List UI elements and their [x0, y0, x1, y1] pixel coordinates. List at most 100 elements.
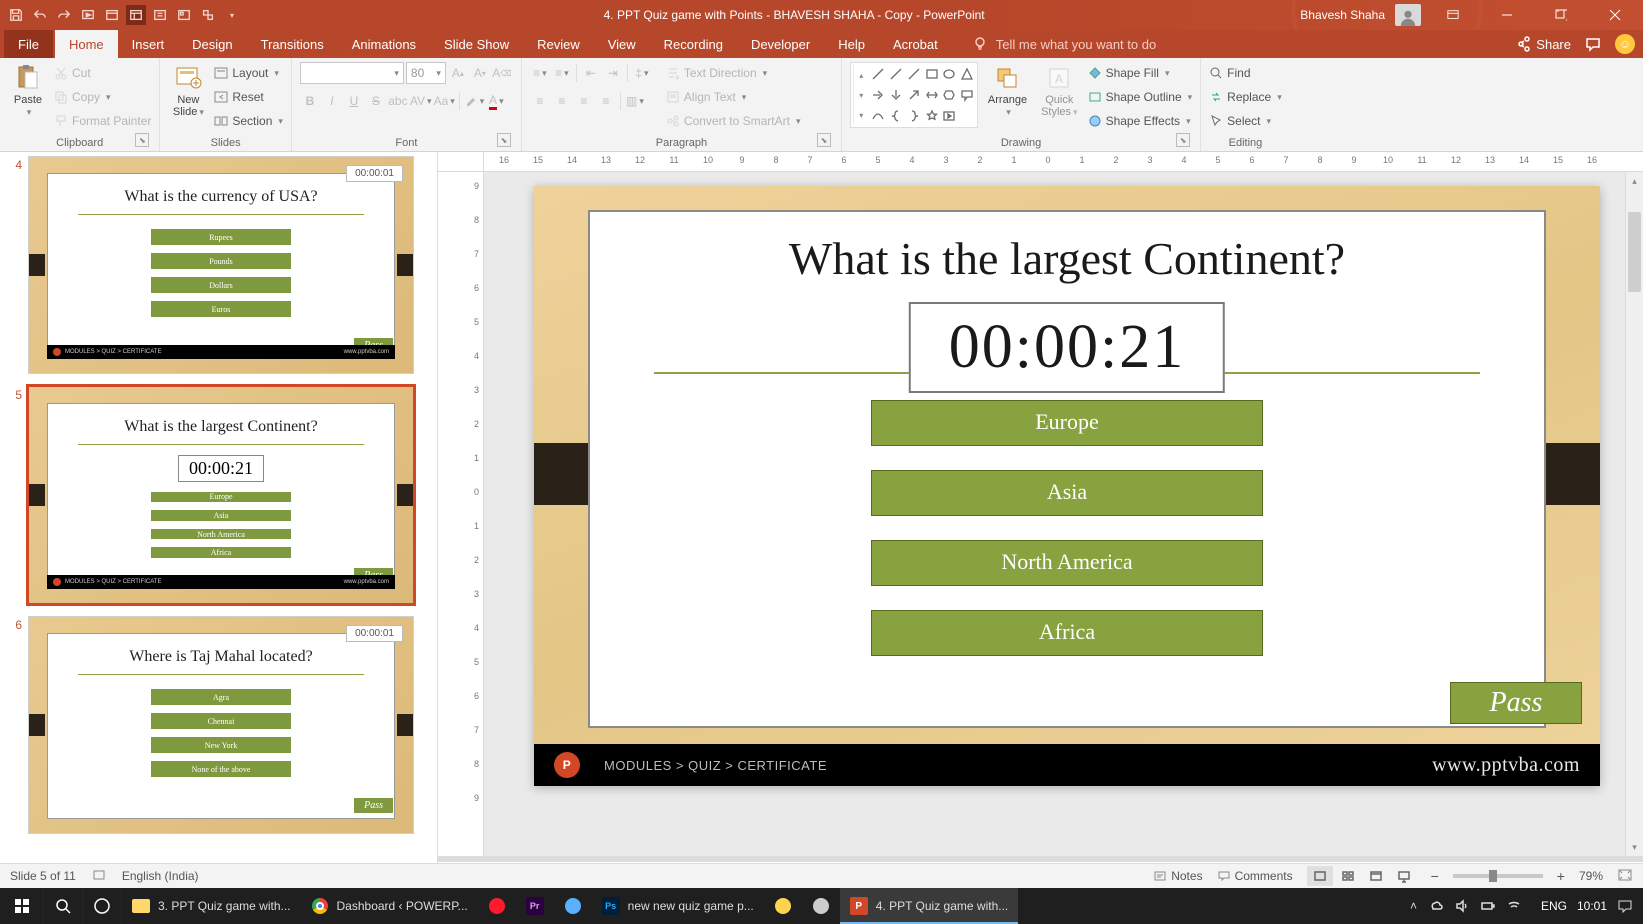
normal-view-icon[interactable]	[1307, 866, 1333, 886]
slide-option-0[interactable]: Europe	[871, 400, 1263, 446]
taskbar-item-4[interactable]	[554, 888, 592, 924]
new-slide-button[interactable]: New Slide▾	[168, 62, 208, 120]
system-tray[interactable]: ˄	[1400, 888, 1531, 924]
slide-option-1[interactable]: Asia	[871, 470, 1263, 516]
cut-button[interactable]: Cut	[54, 62, 151, 84]
bold-icon[interactable]: B	[300, 91, 320, 111]
redo-icon[interactable]	[54, 5, 74, 25]
strike-icon[interactable]: S	[366, 91, 386, 111]
quick-styles-button[interactable]: A Quick Styles▾	[1037, 62, 1082, 120]
tab-review[interactable]: Review	[523, 30, 594, 58]
numbering-icon[interactable]: ≡▾	[552, 63, 572, 83]
taskbar-item-8[interactable]: P4. PPT Quiz game with...	[840, 888, 1019, 924]
zoom-level[interactable]: 79%	[1579, 869, 1603, 883]
zoom-slider[interactable]	[1453, 874, 1543, 878]
taskbar-clock[interactable]: ENG 10:01	[1531, 888, 1643, 924]
layout-button[interactable]: Layout▾	[214, 62, 283, 84]
fit-window-icon[interactable]	[1617, 868, 1633, 885]
slide-thumbnail-6[interactable]: Where is Taj Mahal located?AgraChennaiNe…	[28, 616, 414, 834]
shape-arrow-r-icon[interactable]	[871, 86, 887, 105]
decrease-font-icon[interactable]: A▾	[470, 63, 490, 83]
slide-pass-button[interactable]: Pass	[1450, 682, 1582, 724]
taskbar-item-3[interactable]: Pr	[516, 888, 554, 924]
align-text-button[interactable]: Align Text▾	[666, 86, 801, 108]
slideshow-view-icon[interactable]	[1391, 866, 1417, 886]
share-button[interactable]: Share	[1514, 36, 1571, 52]
shape-callout-icon[interactable]	[959, 86, 975, 105]
tab-transitions[interactable]: Transitions	[247, 30, 338, 58]
bullets-icon[interactable]: ≡▾	[530, 63, 550, 83]
shape-line-icon[interactable]	[871, 65, 887, 84]
clipboard-dialog-launcher[interactable]: ⬊	[135, 133, 149, 147]
taskbar-cortana-icon[interactable]	[83, 888, 122, 924]
zoom-in-icon[interactable]: +	[1557, 868, 1565, 884]
maximize-icon[interactable]	[1539, 0, 1583, 30]
slide-option-3[interactable]: Africa	[871, 610, 1263, 656]
shape-hexagon-icon[interactable]	[941, 86, 957, 105]
shapes-gallery[interactable]: ▴▾▾	[850, 62, 978, 128]
zoom-slider-knob[interactable]	[1489, 870, 1497, 882]
select-button[interactable]: Select▾	[1209, 110, 1282, 132]
align-left-icon[interactable]: ≡	[530, 91, 550, 111]
slide-thumbnail-panel[interactable]: 4What is the currency of USA?RupeesPound…	[0, 152, 438, 894]
taskbar-search-icon[interactable]	[44, 888, 83, 924]
notifications-icon[interactable]	[1617, 898, 1633, 914]
shape-arrow-ne-icon[interactable]	[906, 86, 922, 105]
text-direction-button[interactable]: Text Direction▾	[666, 62, 801, 84]
taskbar-item-7[interactable]	[802, 888, 840, 924]
taskbar-item-0[interactable]: 3. PPT Quiz game with...	[122, 888, 301, 924]
zoom-out-icon[interactable]: −	[1431, 868, 1439, 884]
shape-arrow-lr-icon[interactable]	[924, 86, 940, 105]
justify-icon[interactable]: ≡	[596, 91, 616, 111]
feedback-smiley-icon[interactable]: ☺	[1615, 34, 1635, 54]
taskbar-item-6[interactable]	[764, 888, 802, 924]
slide-option-2[interactable]: North America	[871, 540, 1263, 586]
gallery-down-icon[interactable]: ▾	[859, 85, 863, 105]
increase-indent-icon[interactable]: ⇥	[603, 63, 623, 83]
shape-effects-button[interactable]: Shape Effects▾	[1088, 110, 1193, 132]
shadow-icon[interactable]: abc	[388, 91, 408, 111]
reading-view-icon[interactable]	[1363, 866, 1389, 886]
qat-btn-6[interactable]	[126, 5, 146, 25]
shape-line3-icon[interactable]	[906, 65, 922, 84]
slide-thumbnail-5[interactable]: What is the largest Continent?00:00:21Eu…	[28, 386, 414, 604]
section-button[interactable]: Section▾	[214, 110, 283, 132]
user-name[interactable]: Bhavesh Shaha	[1300, 8, 1385, 22]
convert-smartart-button[interactable]: Convert to SmartArt▾	[666, 110, 801, 132]
line-spacing-icon[interactable]: ‡▾	[632, 63, 652, 83]
arrange-button[interactable]: Arrange▾	[984, 62, 1031, 120]
shape-fill-button[interactable]: Shape Fill▾	[1088, 62, 1193, 84]
change-case-icon[interactable]: Aa▾	[434, 91, 455, 111]
shape-brace-r-icon[interactable]	[906, 106, 922, 125]
qat-btn-8[interactable]	[174, 5, 194, 25]
slide-thumbnail-4[interactable]: What is the currency of USA?RupeesPounds…	[28, 156, 414, 374]
gallery-up-icon[interactable]: ▴	[859, 65, 863, 85]
underline-icon[interactable]: U	[344, 91, 364, 111]
highlight-icon[interactable]: ▾	[464, 91, 485, 111]
save-icon[interactable]	[6, 5, 26, 25]
font-dialog-launcher[interactable]: ⬊	[497, 133, 511, 147]
scroll-down-icon[interactable]: ▾	[1626, 838, 1643, 856]
font-size-combo[interactable]: 80▾	[406, 62, 446, 84]
qat-btn-9[interactable]	[198, 5, 218, 25]
shape-arrow-d-icon[interactable]	[888, 86, 904, 105]
slide-question[interactable]: What is the largest Continent?	[590, 232, 1544, 285]
tab-acrobat[interactable]: Acrobat	[879, 30, 952, 58]
slide-timer[interactable]: 00:00:21	[909, 302, 1225, 393]
close-icon[interactable]	[1593, 0, 1637, 30]
shape-outline-button[interactable]: Shape Outline▾	[1088, 86, 1193, 108]
slide-indicator[interactable]: Slide 5 of 11	[10, 869, 76, 883]
tray-chevron-icon[interactable]: ˄	[1410, 899, 1417, 913]
ribbon-display-options-icon[interactable]	[1431, 0, 1475, 30]
tab-file[interactable]: File	[4, 30, 53, 58]
vertical-ruler[interactable]: 9876543210123456789	[438, 172, 484, 856]
language-indicator[interactable]: English (India)	[122, 869, 199, 883]
tab-slideshow[interactable]: Slide Show	[430, 30, 523, 58]
tab-design[interactable]: Design	[178, 30, 246, 58]
reset-button[interactable]: Reset	[214, 86, 283, 108]
paste-button[interactable]: Paste▾	[8, 62, 48, 120]
qat-btn-7[interactable]	[150, 5, 170, 25]
shape-brace-l-icon[interactable]	[888, 106, 904, 125]
shape-rect-icon[interactable]	[924, 65, 940, 84]
taskbar-item-2[interactable]	[478, 888, 516, 924]
